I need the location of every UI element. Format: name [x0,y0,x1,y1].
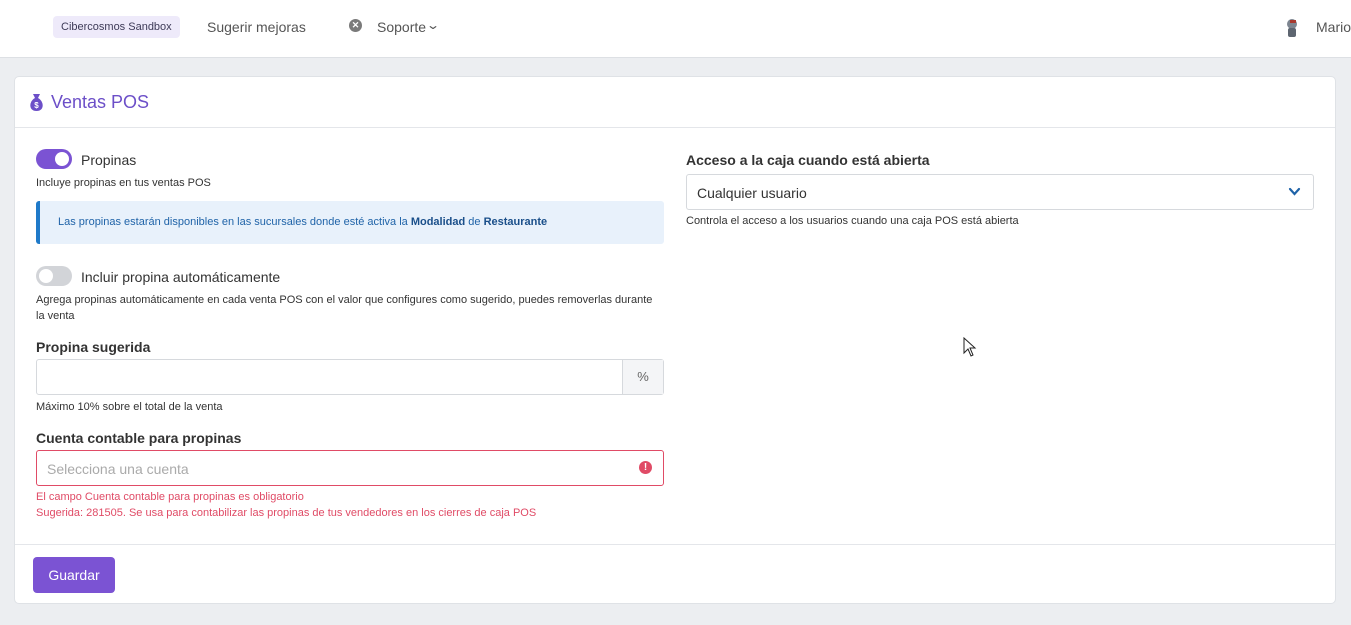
account-placeholder: Selecciona una cuenta [47,461,189,477]
auto-tip-toggle[interactable] [36,266,72,286]
user-name[interactable]: Mario [1316,19,1351,35]
info-text-restaurant: Restaurante [483,216,548,228]
support-close-icon[interactable]: ✕ [349,19,362,32]
avatar[interactable] [1284,17,1300,39]
cash-access-select[interactable]: Cualquier usuario [686,174,1314,210]
sandbox-badge[interactable]: Cibercosmos Sandbox [53,16,180,38]
svg-text:$: $ [34,101,39,110]
cash-access-value: Cualquier usuario [697,185,807,201]
page-title: Ventas POS [51,92,150,112]
suggested-tip-title: Propina sugerida [36,339,151,355]
account-select[interactable]: Selecciona una cuenta ! [36,450,664,486]
account-error-required: El campo Cuenta contable para propinas e… [36,491,304,503]
toggle-knob [55,152,69,166]
suggested-tip-help-text: Máximo 10% sobre el total de la venta [36,401,223,413]
account-error-suggested: Sugerida: 281505. Se usa para contabiliz… [36,507,537,519]
mouse-cursor-icon [963,337,977,357]
tips-help-text: Incluye propinas en tus ventas POS [36,177,211,189]
cash-access-title: Acceso a la caja cuando está abierta [686,152,930,168]
auto-tip-help-text: Agrega propinas automáticamente en cada … [36,294,653,322]
toggle-knob [39,269,53,283]
tips-info-alert: Las propinas estarán disponibles en las … [36,201,664,244]
error-icon: ! [639,461,652,474]
info-text-prefix: Las propinas estarán disponibles en las … [58,216,411,228]
pos-sales-card: $ Ventas POS Propinas Incluye propinas e… [14,76,1336,604]
save-button[interactable]: Guardar [33,557,115,593]
chevron-down-icon[interactable]: ⌄ [426,18,440,32]
tips-label: Propinas [81,152,137,168]
money-bag-icon: $ [30,94,43,111]
top-navbar: Cibercosmos Sandbox Sugerir mejoras ✕ So… [0,0,1351,58]
card-footer: Guardar [15,544,1335,604]
info-text-mid: de [465,216,484,228]
account-title: Cuenta contable para propinas [36,430,242,446]
percent-addon: % [622,360,663,394]
suggested-tip-input[interactable]: % [36,359,664,395]
card-header: $ Ventas POS [15,77,1335,128]
support-menu-label[interactable]: Soporte [377,19,426,35]
auto-tip-label: Incluir propina automáticamente [81,269,281,285]
tips-info-text: Las propinas estarán disponibles en las … [58,216,547,228]
cash-access-help-text: Controla el acceso a los usuarios cuando… [686,215,1019,227]
tips-toggle[interactable] [36,149,72,169]
chevron-down-icon[interactable] [1288,185,1301,198]
info-text-modality: Modalidad [410,216,466,228]
suggest-improvements-link[interactable]: Sugerir mejoras [207,19,306,35]
